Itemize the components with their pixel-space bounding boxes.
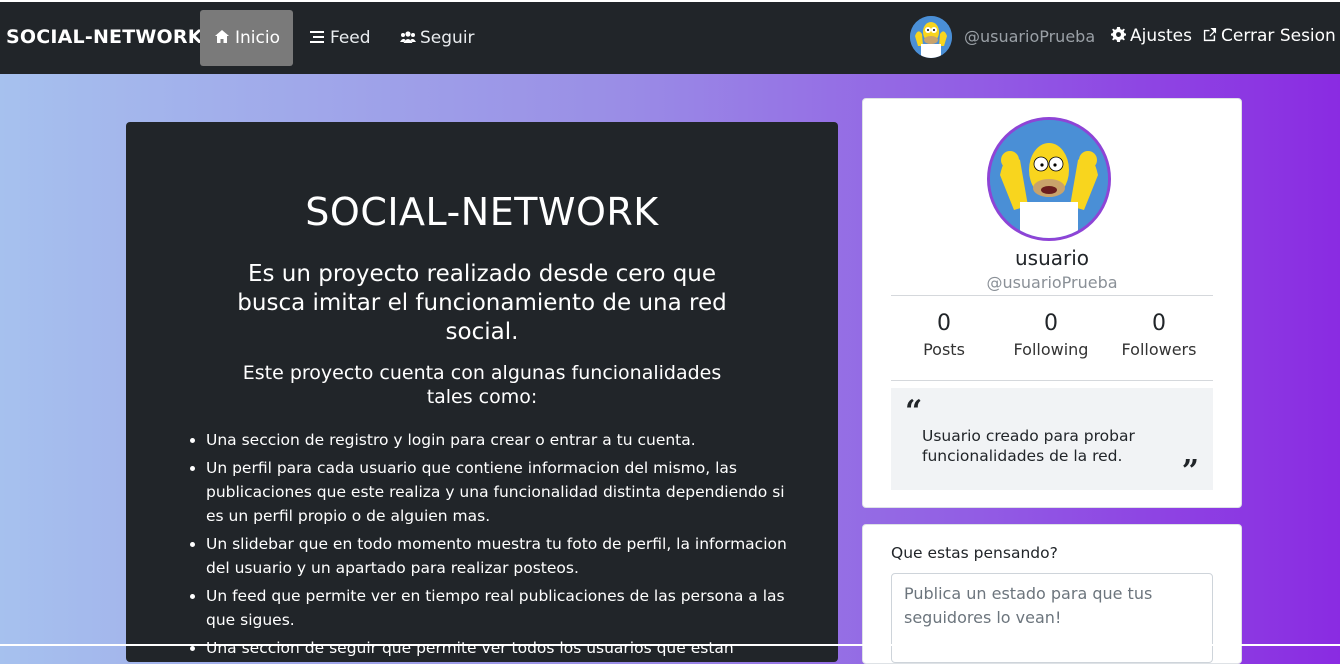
list-item: Un perfil para cada usuario que contiene… bbox=[206, 456, 806, 528]
nav-item-label: Inicio bbox=[235, 28, 280, 48]
stat-label: Following bbox=[1013, 340, 1089, 359]
nav-item-label: Feed bbox=[330, 28, 371, 48]
settings-link[interactable]: Ajustes bbox=[1111, 26, 1192, 46]
stat-followers[interactable]: 0 Followers bbox=[1104, 311, 1214, 359]
logout-label: Cerrar Sesion bbox=[1221, 26, 1336, 46]
logout-link[interactable]: Cerrar Sesion bbox=[1202, 26, 1336, 46]
hero-lead: Es un proyecto realizado desde cero que … bbox=[237, 261, 727, 345]
stat-value: 0 bbox=[1044, 311, 1058, 336]
stat-label: Posts bbox=[923, 340, 965, 359]
profile-handle: @usuarioPrueba bbox=[986, 273, 1118, 292]
stat-label: Followers bbox=[1121, 340, 1197, 359]
logout-icon bbox=[1202, 27, 1217, 45]
user-handle[interactable]: @usuarioPrueba bbox=[964, 27, 1095, 46]
gear-icon bbox=[1111, 27, 1126, 45]
nav-item-feed[interactable]: Feed bbox=[295, 10, 386, 66]
settings-label: Ajustes bbox=[1130, 26, 1192, 46]
divider bbox=[891, 380, 1213, 381]
stat-posts[interactable]: 0 Posts bbox=[889, 311, 999, 359]
home-icon bbox=[215, 30, 229, 46]
hero-title: SOCIAL-NETWORK bbox=[305, 190, 659, 234]
post-card: Que estas pensando? bbox=[862, 524, 1242, 664]
user-avatar[interactable] bbox=[910, 16, 952, 58]
quote-close-icon: ” bbox=[1181, 454, 1199, 489]
list-item: Un feed que permite ver en tiempo real p… bbox=[206, 584, 806, 632]
list-item: Una seccion de registro y login para cre… bbox=[206, 428, 806, 452]
profile-card: usuario @usuarioPrueba 0 Posts 0 Followi… bbox=[862, 98, 1242, 508]
divider bbox=[891, 295, 1213, 296]
hero-panel: SOCIAL-NETWORK Es un proyecto realizado … bbox=[126, 122, 838, 662]
nav-item-label: Seguir bbox=[420, 28, 475, 48]
users-icon bbox=[400, 30, 416, 46]
nav-item-inicio[interactable]: Inicio bbox=[200, 10, 293, 66]
profile-avatar[interactable] bbox=[987, 117, 1111, 241]
feature-list: Una seccion de registro y login para cre… bbox=[190, 428, 806, 664]
stat-value: 0 bbox=[937, 311, 951, 336]
nav-item-seguir[interactable]: Seguir bbox=[385, 10, 490, 66]
list-item: Un slidebar que en todo momento muestra … bbox=[206, 532, 806, 580]
stat-following[interactable]: 0 Following bbox=[996, 311, 1106, 359]
brand-logo[interactable]: SOCIAL-NETWORK bbox=[6, 26, 203, 48]
list-item: Una seccion de seguir que permite ver to… bbox=[206, 636, 806, 660]
post-label: Que estas pensando? bbox=[891, 544, 1058, 562]
bio-quote: “ Usuario creado para probar funcionalid… bbox=[891, 388, 1213, 490]
stat-value: 0 bbox=[1152, 311, 1166, 336]
navbar: SOCIAL-NETWORK Inicio Feed Seguir @usuar… bbox=[0, 2, 1340, 74]
quote-open-icon: “ bbox=[905, 394, 923, 429]
list-icon bbox=[310, 30, 324, 46]
profile-name: usuario bbox=[1014, 246, 1090, 270]
bio-text: Usuario creado para probar funcionalidad… bbox=[922, 427, 1135, 465]
hero-subtitle: Este proyecto cuenta con algunas funcion… bbox=[242, 362, 722, 408]
post-input[interactable] bbox=[891, 573, 1213, 663]
